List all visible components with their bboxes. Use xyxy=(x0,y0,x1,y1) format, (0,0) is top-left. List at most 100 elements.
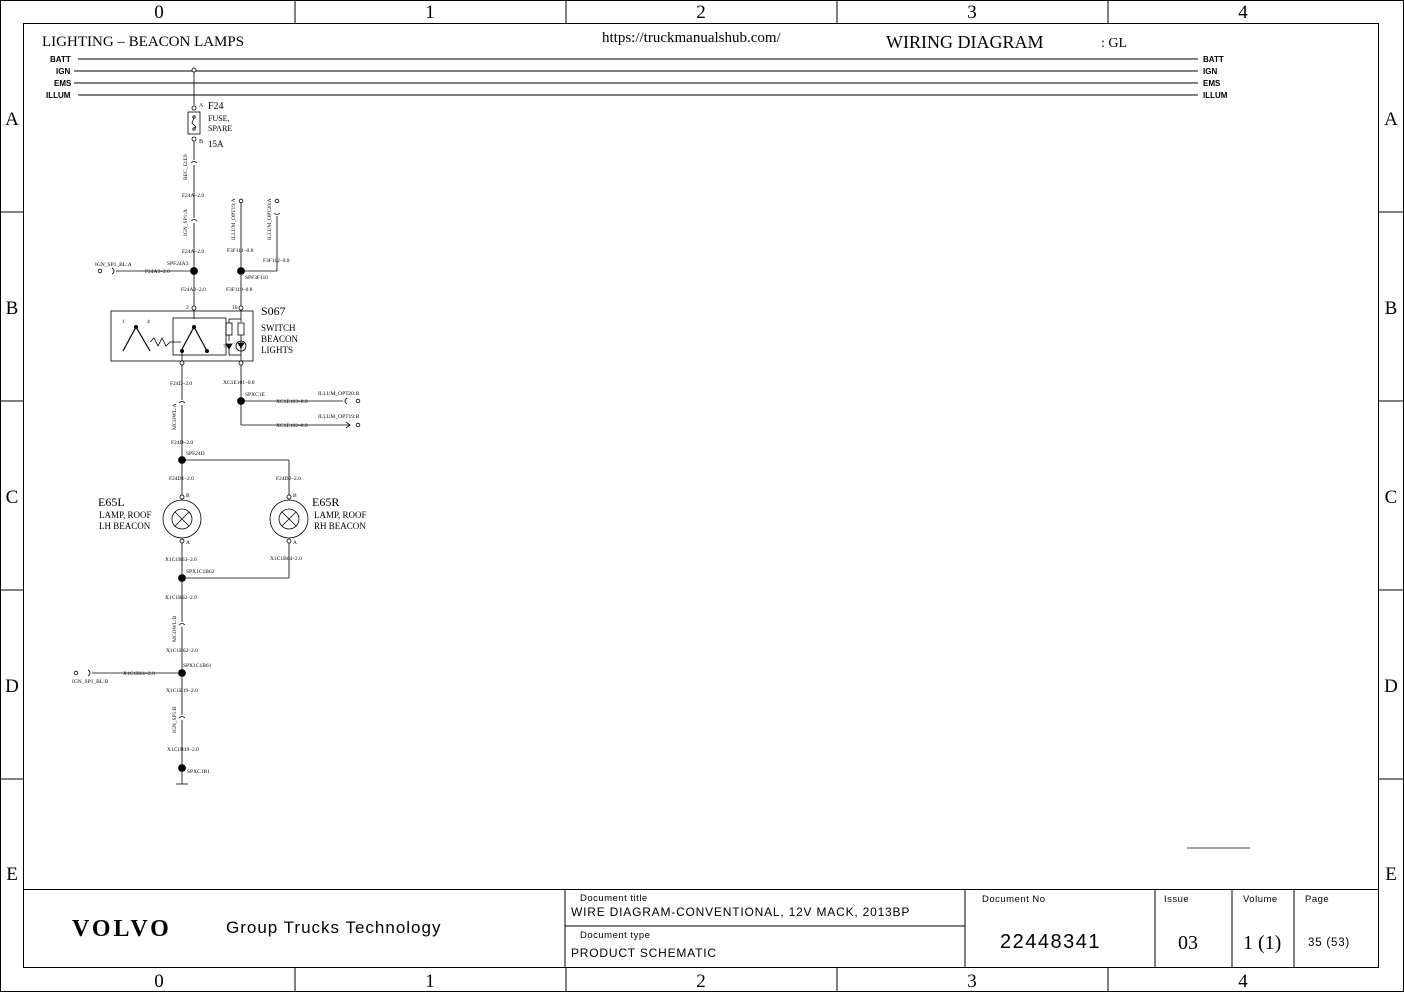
wire-label-vertical: ILLUM_OPT20:A xyxy=(267,198,273,240)
splice-label: SPF3F110 xyxy=(245,275,268,281)
fuse-pin-a: A xyxy=(199,103,204,109)
wire-label: F24D2–2.0 xyxy=(276,476,301,482)
wire-label: XC1E101–0.8 xyxy=(223,380,255,386)
page-label: Page xyxy=(1305,894,1330,905)
bus-label-illum-left: ILLUM xyxy=(46,91,71,100)
bus-label-ems-left: EMS xyxy=(54,79,72,88)
bus-label-illum-right: ILLUM xyxy=(1203,91,1228,100)
source-url[interactable]: https://truckmanualshub.com/ xyxy=(602,30,782,46)
row-label-left: E xyxy=(6,864,18,885)
wire-label: F3F112–0.8 xyxy=(263,258,290,264)
wire-label: F3F110–0.8 xyxy=(226,287,253,293)
wire-label: X1C1B62–2.0 xyxy=(165,595,197,601)
lamp-right-desc: RH BEACON xyxy=(314,521,366,531)
wire-label: ILLUM_OPT20:B xyxy=(318,391,360,397)
row-label-right: C xyxy=(1385,487,1398,508)
variant-label: : GL xyxy=(1101,36,1127,51)
col-label-top: 2 xyxy=(696,2,706,23)
company-name: Group Trucks Technology xyxy=(226,918,442,937)
wire-label: X1C1B64–2.0 xyxy=(270,556,302,562)
switch-desc: LIGHTS xyxy=(261,345,293,355)
col-label-top: 1 xyxy=(425,2,435,23)
wire-label: XC1E102–0.8 xyxy=(276,423,308,429)
diagram-header: LIGHTING – BEACON LAMPS https://truckman… xyxy=(42,30,1127,52)
doc-title-label: Document title xyxy=(580,893,648,904)
diagram-title: LIGHTING – BEACON LAMPS xyxy=(42,34,244,50)
switch-pin: 7 xyxy=(223,344,226,350)
fuse-id: F24 xyxy=(208,101,224,112)
fuse-symbol xyxy=(187,111,201,135)
volvo-logo: VOLVO xyxy=(72,916,172,942)
volume-value: 1 (1) xyxy=(1243,932,1282,954)
lamp-left-desc: LH BEACON xyxy=(99,521,151,531)
wiring-diagram-sheet: 0 1 2 3 4 0 1 2 3 4 A B C D E A B C D E … xyxy=(0,0,1404,992)
wiring-diagram-label: WIRING DIAGRAM xyxy=(886,32,1043,52)
wire-label: F24A–2.0 xyxy=(182,193,204,199)
switch-pin: 1 xyxy=(122,319,125,325)
col-label-bottom: 4 xyxy=(1238,971,1248,992)
bus-label-batt-right: BATT xyxy=(1203,55,1224,64)
doc-title-value: WIRE DIAGRAM-CONVENTIONAL, 12V MACK, 201… xyxy=(571,905,911,919)
wire-label: F3F111–0.8 xyxy=(227,248,254,254)
wire-label-vertical: IGN_SP1:A xyxy=(183,209,189,236)
fuse-desc: SPARE xyxy=(208,124,232,133)
wire-labels: BEC_I2:E9 F24A–2.0 IGN_SP1:A F24A–2.0 IG… xyxy=(72,154,360,775)
switch-id: S067 xyxy=(261,304,286,318)
switch-desc: SWITCH xyxy=(261,323,296,333)
wire-label: X1C1B63–2.0 xyxy=(165,557,197,563)
wire-label: ILLUM_OPT19:B xyxy=(318,414,360,420)
row-label-right: B xyxy=(1385,298,1398,319)
lamp-right-desc: LAMP, ROOF xyxy=(314,510,367,520)
fuse-desc: FUSE, xyxy=(208,114,230,123)
wire-label: F24A2–2.0 xyxy=(181,287,206,293)
wire-label-vertical: MCOWL:B xyxy=(172,615,178,642)
bus-label-ign-left: IGN xyxy=(56,67,70,76)
page-value: 35 (53) xyxy=(1308,937,1351,949)
wire-label: X1C1B19–2.0 xyxy=(167,747,199,753)
splice-label: SPXC1E xyxy=(245,392,266,398)
bus-label-ign-right: IGN xyxy=(1203,67,1217,76)
doc-no-label: Document No xyxy=(982,894,1046,905)
power-buses: BATT IGN EMS ILLUM BATT IGN EMS ILLUM xyxy=(46,55,1228,100)
switch-pin: 2 xyxy=(186,305,189,311)
grid-labels: 0 1 2 3 4 0 1 2 3 4 A B C D E A B C D E xyxy=(5,2,1398,992)
wire-label: F24D–2.0 xyxy=(170,381,192,387)
wire-label: IGN_SP1_BL:B xyxy=(72,679,109,685)
lamp-left-id: E65L xyxy=(98,495,125,509)
wire-label: F24D1–2.0 xyxy=(169,476,194,482)
bus-label-batt-left: BATT xyxy=(50,55,71,64)
lamp-left-desc: LAMP, ROOF xyxy=(99,510,152,520)
switch-pin: 4 xyxy=(147,319,150,325)
row-label-right: A xyxy=(1384,109,1398,130)
splice-label: SPXC1B1 xyxy=(187,769,210,775)
splice-label: SPF24A3 xyxy=(167,261,189,267)
issue-value: 03 xyxy=(1178,932,1198,954)
schematic-wires xyxy=(73,67,1250,849)
volume-label: Volume xyxy=(1243,894,1278,905)
row-label-left: C xyxy=(6,487,19,508)
col-label-bottom: 2 xyxy=(696,971,706,992)
wire-label: F24A3–2.0 xyxy=(145,269,170,275)
switch-pin: 10 xyxy=(232,305,238,311)
splice-label: SPX1C1B61 xyxy=(183,663,212,669)
wire-label-vertical: IGN_SP1:B xyxy=(172,706,178,733)
lamp-right-id: E65R xyxy=(312,495,339,509)
issue-label: Issue xyxy=(1164,894,1190,905)
wire-label: F24A–2.0 xyxy=(182,249,204,255)
doc-type-value: PRODUCT SCHEMATIC xyxy=(571,946,717,960)
doc-type-label: Document type xyxy=(580,930,651,941)
lamp-right-pin: B xyxy=(293,493,297,499)
switch-desc: BEACON xyxy=(261,334,299,344)
splice-label: SPF24D xyxy=(186,451,205,457)
wire-label: X1C1B61–2.0 xyxy=(123,671,155,677)
row-label-right: E xyxy=(1385,864,1397,885)
wire-label: XC1E103–0.8 xyxy=(276,399,308,405)
lamp-e65l-symbol xyxy=(162,499,202,539)
fuse-rating: 15A xyxy=(208,139,224,149)
col-label-top: 0 xyxy=(154,2,164,23)
wire-label: X1C1B62–2.0 xyxy=(166,648,198,654)
wire-label-vertical: MCOWL:A xyxy=(172,403,178,430)
lamp-e65r-symbol xyxy=(269,499,309,539)
doc-no-value: 22448341 xyxy=(1000,931,1101,953)
row-label-left: A xyxy=(5,109,19,130)
